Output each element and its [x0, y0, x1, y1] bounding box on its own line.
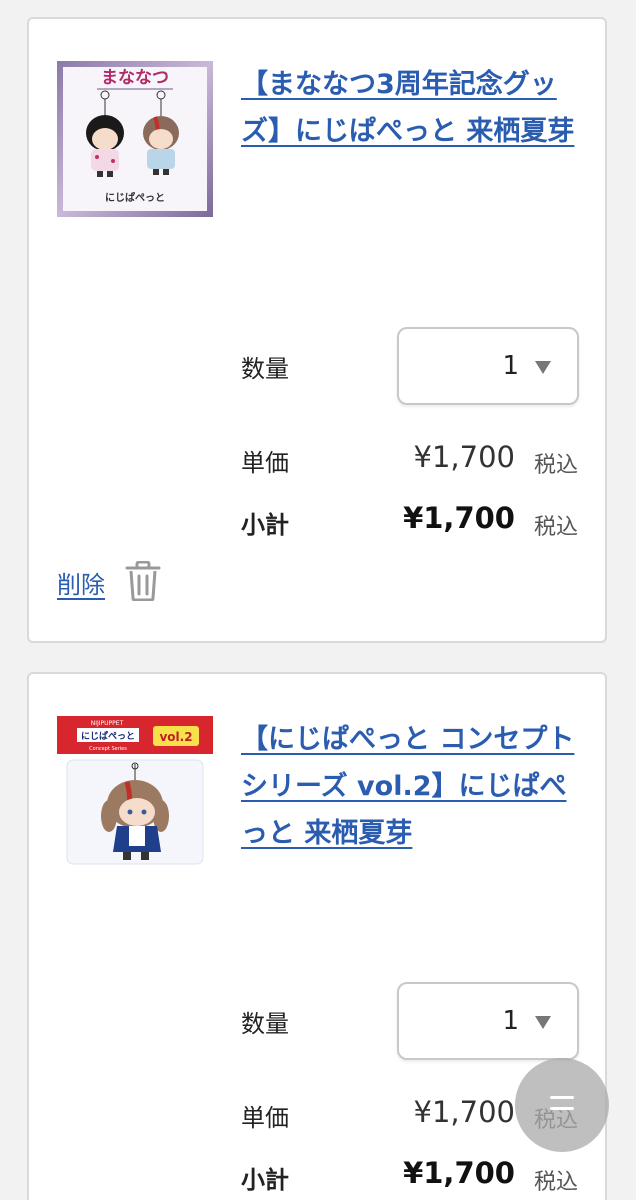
cart-page: まななつ にじぱぺっと 【まななつ3周年記念グッズ】にじぱぺっと 来栖夏芽 数量…	[0, 0, 636, 1200]
trash-icon[interactable]	[125, 561, 161, 601]
quantity-select[interactable]: 1	[397, 327, 579, 405]
product-title-link[interactable]: 【にじぱぺっと コンセプトシリーズ vol.2】にじぱぺっと 来栖夏芽	[241, 716, 581, 857]
subtotal-price: ¥1,700	[403, 1156, 515, 1190]
unit-price-label: 単価	[241, 1104, 289, 1132]
subtotal-label: 小計	[241, 511, 289, 539]
unit-price: ¥1,700	[413, 1095, 515, 1129]
delete-link[interactable]: 削除	[57, 565, 105, 600]
quantity-select[interactable]: 1	[397, 982, 579, 1060]
menu-icon	[550, 1096, 574, 1118]
quantity-label: 数量	[241, 1010, 289, 1038]
thumb-vol: vol.2	[159, 730, 192, 744]
subtotal-price: ¥1,700	[403, 501, 515, 535]
quantity-value: 1	[502, 1006, 519, 1036]
thumb-banner-small: NIJIPUPPET	[91, 720, 124, 727]
product-thumbnail[interactable]: まななつ にじぱぺっと	[57, 61, 213, 217]
floating-menu-button[interactable]	[515, 1058, 609, 1152]
cart-item-card: まななつ にじぱぺっと 【まななつ3周年記念グッズ】にじぱぺっと 来栖夏芽 数量…	[27, 17, 607, 643]
product-title-link[interactable]: 【まななつ3周年記念グッズ】にじぱぺっと 来栖夏芽	[241, 61, 581, 155]
unit-price: ¥1,700	[413, 440, 515, 474]
subtotal-tax: 税込	[533, 515, 578, 540]
unit-price-label: 単価	[241, 449, 289, 477]
quantity-label: 数量	[241, 355, 289, 383]
subtotal-label: 小計	[241, 1166, 289, 1194]
subtotal-tax: 税込	[533, 1170, 578, 1195]
quantity-value: 1	[502, 351, 519, 381]
product-image: まななつ にじぱぺっと	[57, 61, 213, 217]
thumb-logo: まななつ	[101, 68, 169, 88]
product-image: NIJIPUPPET にじぱぺっと Concept Series vol.2	[57, 716, 213, 872]
thumb-banner-text: にじぱぺっと	[81, 730, 135, 742]
chevron-down-icon	[535, 361, 551, 374]
chevron-down-icon	[535, 1016, 551, 1029]
thumb-caption: にじぱぺっと	[105, 191, 165, 204]
product-thumbnail[interactable]: NIJIPUPPET にじぱぺっと Concept Series vol.2	[57, 716, 213, 872]
thumb-banner-sub: Concept Series	[89, 746, 127, 752]
unit-price-tax: 税込	[533, 453, 578, 478]
